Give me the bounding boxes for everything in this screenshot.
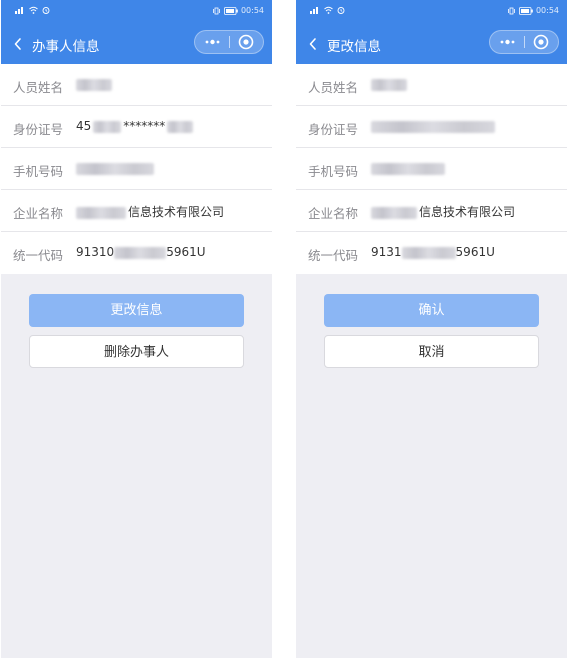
signal-icon — [15, 7, 23, 14]
vibrate-icon — [508, 7, 515, 14]
form-row-company: 企业名称 信息技术有限公司 — [1, 190, 272, 232]
target-circle-icon[interactable] — [230, 31, 263, 53]
field-value: 信息技术有限公司 — [76, 203, 224, 220]
status-time: 00:54 — [535, 6, 559, 15]
status-left — [15, 6, 50, 14]
screenshot-canvas: 00:54 办事人信息 人员姓名 身份证号 45 ******* 手机号码 企业… — [0, 0, 568, 658]
field-label: 统一代码 — [308, 248, 359, 263]
miniprogram-capsule — [194, 30, 264, 54]
form-row-phone[interactable]: 手机号码 — [296, 148, 567, 190]
form-row-id-number: 身份证号 45 ******* — [1, 106, 272, 148]
vibrate-icon — [213, 7, 220, 14]
form-row-name: 人员姓名 — [1, 64, 272, 106]
form-row-phone: 手机号码 — [1, 148, 272, 190]
redacted-value — [371, 162, 445, 175]
form-row-company[interactable]: 企业名称 信息技术有限公司 — [296, 190, 567, 232]
form-row-credit-code: 统一代码 91310 5961U — [1, 232, 272, 274]
phone-screen-left: 00:54 办事人信息 人员姓名 身份证号 45 ******* 手机号码 企业… — [1, 0, 272, 658]
target-circle-icon[interactable] — [525, 31, 558, 53]
id-number-input[interactable] — [371, 119, 495, 133]
redacted-value — [371, 78, 407, 91]
id-masked: ******* — [123, 119, 166, 133]
form-row-id-number[interactable]: 身份证号 — [296, 106, 567, 148]
redacted-value — [401, 246, 456, 259]
more-dots-icon[interactable] — [490, 31, 525, 53]
redacted-value — [76, 206, 126, 219]
nav-bar: 办事人信息 — [1, 28, 272, 60]
field-label: 手机号码 — [308, 164, 359, 179]
redacted-value — [76, 162, 154, 175]
id-prefix: 45 — [76, 119, 92, 133]
page-title: 更改信息 — [327, 39, 381, 55]
field-value — [76, 77, 112, 91]
field-label: 身份证号 — [308, 122, 359, 137]
status-bar: 00:54 — [296, 0, 567, 22]
nav-bar: 更改信息 — [296, 28, 567, 60]
field-label: 企业名称 — [308, 206, 359, 221]
info-form: 人员姓名 身份证号 45 ******* 手机号码 企业名称 信息技术有限公司 统… — [1, 64, 272, 274]
company-name-suffix: 信息技术有限公司 — [128, 205, 225, 219]
field-value: 45 ******* — [76, 119, 194, 133]
redacted-value — [114, 246, 167, 259]
redacted-value — [167, 120, 194, 133]
signal-icon — [310, 7, 318, 14]
field-label: 人员姓名 — [13, 80, 64, 95]
field-label: 手机号码 — [13, 164, 64, 179]
delete-agent-button[interactable]: 删除办事人 — [29, 335, 244, 368]
wifi-icon — [324, 6, 333, 14]
company-input[interactable]: 信息技术有限公司 — [371, 203, 515, 220]
field-value: 91310 5961U — [76, 245, 206, 259]
redacted-value — [371, 120, 495, 133]
company-name-suffix: 信息技术有限公司 — [419, 205, 516, 219]
form-row-credit-code[interactable]: 统一代码 9131 5961U — [296, 232, 567, 274]
code-suffix: 5961U — [455, 245, 495, 259]
credit-code-input[interactable]: 9131 5961U — [371, 245, 495, 259]
edit-form: 人员姓名 身份证号 手机号码 企业名称 信息技术有限公司 统一代码 9131 59… — [296, 64, 567, 274]
field-label: 统一代码 — [13, 248, 64, 263]
status-right: 00:54 — [212, 6, 264, 15]
status-right: 00:54 — [507, 6, 559, 15]
battery-icon — [519, 6, 533, 15]
change-info-button[interactable]: 更改信息 — [29, 294, 244, 327]
status-bar: 00:54 — [1, 0, 272, 22]
cancel-button[interactable]: 取消 — [324, 335, 539, 368]
field-label: 身份证号 — [13, 122, 64, 137]
redacted-value — [76, 78, 112, 91]
phone-screen-right: 00:54 更改信息 人员姓名 身份证号 手机号码 企业名称 信息技术有限公司 … — [296, 0, 567, 658]
redacted-value — [93, 120, 122, 133]
app-header: 00:54 更改信息 — [296, 0, 567, 64]
wifi-icon — [29, 6, 38, 14]
status-left — [310, 6, 345, 14]
battery-icon — [224, 6, 238, 15]
form-row-name[interactable]: 人员姓名 — [296, 64, 567, 106]
chevron-left-icon[interactable] — [308, 36, 318, 52]
field-label: 人员姓名 — [308, 80, 359, 95]
phone-input[interactable] — [371, 161, 445, 175]
field-label: 企业名称 — [13, 206, 64, 221]
code-suffix: 5961U — [166, 245, 206, 259]
code-prefix: 9131 — [371, 245, 402, 259]
code-prefix: 91310 — [76, 245, 115, 259]
redacted-value — [371, 206, 417, 219]
chevron-left-icon[interactable] — [13, 36, 23, 52]
name-input[interactable] — [371, 77, 407, 91]
field-value — [76, 161, 154, 175]
alarm-icon — [42, 7, 50, 14]
alarm-icon — [337, 7, 345, 14]
miniprogram-capsule — [489, 30, 559, 54]
status-time: 00:54 — [240, 6, 264, 15]
more-dots-icon[interactable] — [195, 31, 230, 53]
page-title: 办事人信息 — [32, 39, 100, 55]
confirm-button[interactable]: 确认 — [324, 294, 539, 327]
app-header: 00:54 办事人信息 — [1, 0, 272, 64]
